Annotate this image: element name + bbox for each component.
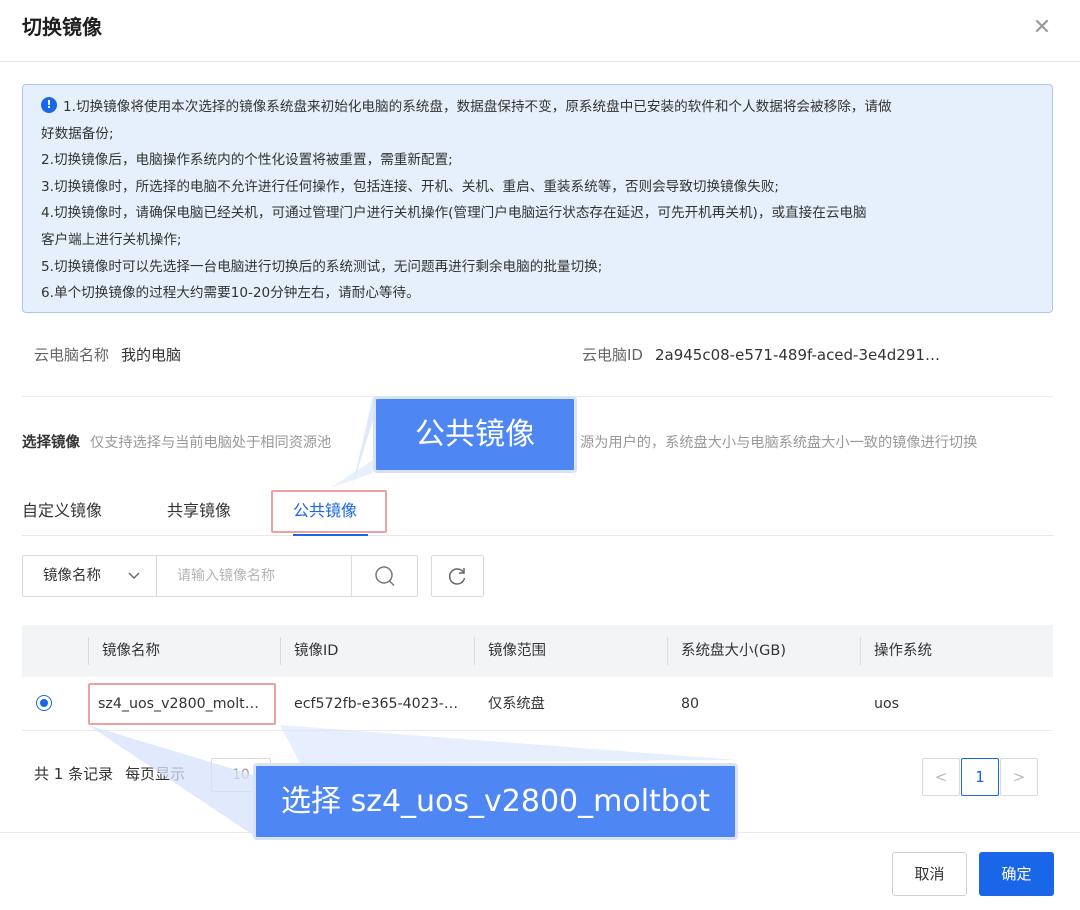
column-header-name: 镜像名称 — [102, 643, 160, 659]
column-separator — [860, 637, 861, 665]
refresh-button[interactable] — [431, 555, 484, 597]
cell-os: uos — [874, 696, 900, 712]
notice-line: 5.切换镜像时可以先选择一台电脑进行切换后的系统测试，无问题再进行剩余电脑的批量… — [41, 258, 603, 275]
table-header: 镜像名称 镜像ID 镜像范围 系统盘大小(GB) 操作系统 — [22, 625, 1053, 677]
callout-select-image: 选择 sz4_uos_v2800_moltbot — [253, 763, 738, 840]
tab-shared-image[interactable]: 共享镜像 — [167, 498, 231, 524]
page-1-button[interactable]: 1 — [961, 758, 999, 796]
computer-id-row: 云电脑ID 2a945c08-e571-489f-aced-3e4d291… — [582, 341, 940, 369]
notice-line: 好数据备份; — [41, 125, 114, 142]
computer-name-row: 云电脑名称 我的电脑 — [34, 341, 181, 369]
pagination-summary: 共 1 条记录 每页显示 — [34, 760, 185, 788]
cell-image-name: sz4_uos_v2800_molt… — [98, 696, 259, 712]
search-button[interactable] — [351, 556, 418, 596]
column-header-os: 操作系统 — [874, 643, 932, 659]
column-header-id: 镜像ID — [294, 643, 339, 659]
search-type-label: 镜像名称 — [43, 568, 101, 584]
tab-custom-image[interactable]: 自定义镜像 — [22, 498, 102, 524]
tab-active-indicator — [293, 534, 368, 536]
notice-line: 4.切换镜像时，请确保电脑已经关机，可通过管理门户进行关机操作(管理门户电脑运行… — [41, 205, 867, 222]
computer-name-label: 云电脑名称 — [34, 346, 110, 364]
select-image-label: 选择镜像 — [22, 435, 80, 451]
dialog-title: 切换镜像 — [22, 15, 102, 39]
page-size-value: 10 — [232, 767, 250, 783]
column-separator — [667, 637, 668, 665]
image-table: 镜像名称 镜像ID 镜像范围 系统盘大小(GB) 操作系统 ecf572fb-e… — [22, 625, 1053, 731]
column-header-scope: 镜像范围 — [488, 643, 546, 659]
callout-public-image: 公共镜像 — [373, 396, 577, 473]
cell-image-scope: 仅系统盘 — [488, 696, 545, 712]
search-type-select[interactable]: 镜像名称 — [23, 556, 157, 596]
search-input[interactable] — [157, 556, 353, 596]
notice-line: 1.切换镜像将使用本次选择的镜像系统盘来初始化电脑的系统盘，数据盘保持不变，原系… — [63, 99, 892, 115]
confirm-button[interactable]: 确定 — [979, 852, 1054, 896]
column-separator — [88, 637, 89, 665]
row-radio-selected[interactable] — [36, 695, 52, 711]
column-header-disk: 系统盘大小(GB) — [681, 643, 786, 659]
total-records: 共 1 条记录 — [34, 765, 114, 783]
page-size-label: 每页显示 — [125, 765, 186, 783]
select-image-desc: 仅支持选择与当前电脑处于相同资源池 — [90, 435, 332, 451]
close-icon[interactable]: ✕ — [1030, 16, 1054, 40]
refresh-icon — [448, 568, 466, 585]
search-group: 镜像名称 — [22, 555, 418, 597]
notice-line: 2.切换镜像后，电脑操作系统内的个性化设置将被重置，需重新配置; — [41, 152, 453, 169]
tab-highlight-box — [271, 490, 387, 533]
select-image-desc-tail: 源为用户的，系统盘大小与电脑系统盘大小一致的镜像进行切换 — [580, 435, 978, 451]
column-separator — [280, 637, 281, 665]
computer-name-value: 我的电脑 — [121, 346, 182, 364]
computer-id-label: 云电脑ID — [582, 346, 643, 364]
computer-id-value: 2a945c08-e571-489f-aced-3e4d291… — [654, 346, 940, 364]
notice-box: ! 1.切换镜像将使用本次选择的镜像系统盘来初始化电脑的系统盘，数据盘保持不变，… — [22, 84, 1053, 313]
next-page-button[interactable]: > — [1000, 758, 1038, 796]
prev-page-button[interactable]: < — [922, 758, 960, 796]
image-tabs: 自定义镜像 共享镜像 公共镜像 — [22, 496, 1053, 536]
cell-disk-size: 80 — [681, 696, 700, 712]
column-separator — [474, 637, 475, 665]
cancel-button[interactable]: 取消 — [892, 852, 967, 896]
dialog-header: 切换镜像 ✕ — [0, 0, 1080, 62]
cell-image-id: ecf572fb-e365-4023-… — [294, 696, 459, 712]
notice-line: 客户端上进行关机操作; — [41, 231, 182, 248]
chevron-down-icon — [128, 556, 140, 612]
row-name-highlight[interactable]: sz4_uos_v2800_molt… — [88, 683, 276, 725]
notice-line: 3.切换镜像时，所选择的电脑不允许进行任何操作，包括连接、开机、关机、重启、重装… — [41, 178, 780, 195]
notice-line: 6.单个切换镜像的过程大约需要10-20分钟左右，请耐心等待。 — [41, 285, 420, 302]
select-image-line: 选择镜像 仅支持选择与当前电脑处于相同资源池 — [22, 431, 331, 455]
info-icon: ! — [41, 97, 57, 113]
search-icon — [375, 566, 395, 587]
